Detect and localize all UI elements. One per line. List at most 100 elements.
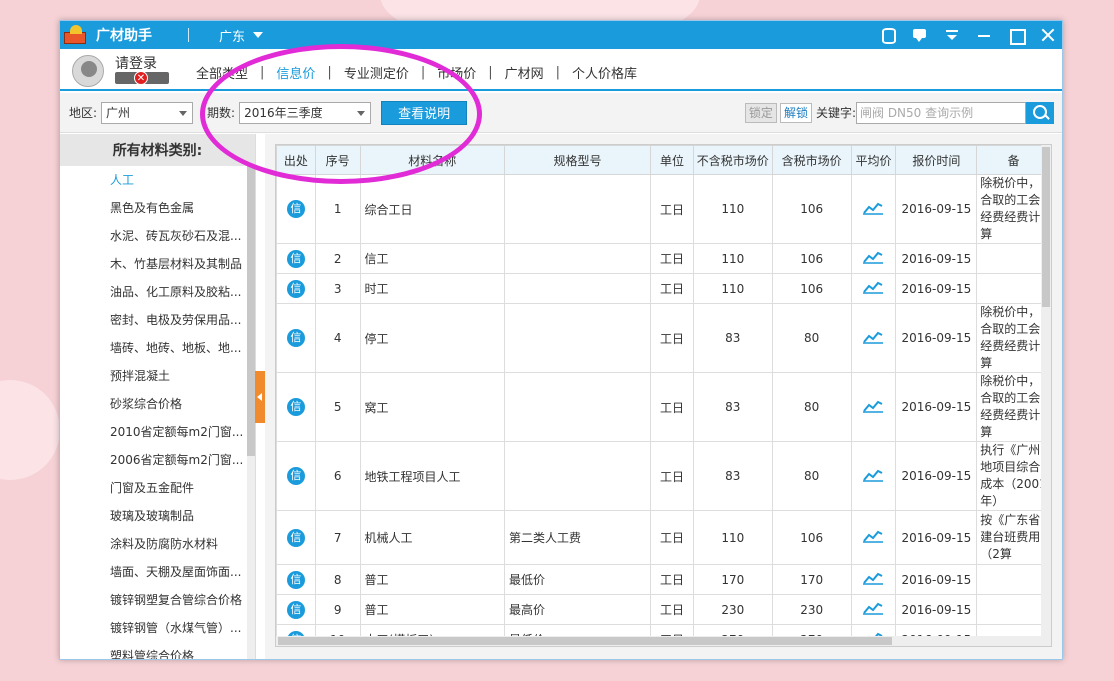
table-row[interactable]: 信 4 停工 工日 83 80 2016-09-15 除税价中，合取的工会经费经费计算 [276, 303, 1051, 373]
info-source-icon[interactable]: 信 [286, 528, 305, 547]
cell-price-in-tax: 170 [771, 564, 852, 595]
tab-market-price[interactable]: 市场价 [431, 63, 482, 82]
category-item[interactable]: 水泥、砖瓦灰砂石及混... [60, 222, 255, 250]
table-vertical-scrollbar[interactable] [1041, 145, 1051, 646]
tab-info-price[interactable]: 信息价 [270, 63, 321, 82]
cell-unit: 工日 [650, 303, 694, 373]
title-divider [188, 28, 189, 42]
region-select[interactable]: 广州 [101, 101, 194, 124]
info-source-icon[interactable]: 信 [286, 279, 305, 298]
horizontal-scrollbar-thumb[interactable] [278, 637, 892, 645]
column-header[interactable]: 平均价 [850, 145, 897, 175]
cell-price-ex-tax: 110 [692, 273, 773, 304]
maximize-icon[interactable] [1008, 27, 1026, 45]
info-source-icon[interactable]: 信 [286, 398, 305, 416]
cell-index: 4 [314, 303, 361, 373]
table-header-row: 出处 序号 材料名称 规格型号 单位 不含税市场价 含税市场价 平均价 报价时间… [276, 145, 1051, 175]
tab-personal-price-library[interactable]: 个人价格库 [566, 63, 643, 82]
column-header[interactable]: 含税市场价 [771, 145, 852, 175]
trend-chart-icon[interactable] [863, 468, 884, 482]
trend-chart-icon[interactable] [863, 330, 884, 344]
category-item[interactable]: 墙面、天棚及屋面饰面... [60, 558, 255, 586]
column-header[interactable]: 材料名称 [359, 145, 505, 175]
column-header[interactable]: 不含税市场价 [692, 145, 773, 175]
keyword-search-input[interactable]: 闸阀 DN50 查询示例 [856, 101, 1026, 124]
message-icon[interactable] [912, 27, 928, 43]
table-row[interactable]: 信 5 窝工 工日 83 80 2016-09-15 除税价中，合取的工会经费经费计算 [276, 372, 1051, 442]
trend-chart-icon[interactable] [863, 601, 884, 615]
main-tabs: 全部类型 | 信息价 | 专业测定价 | 市场价 | 广材网 | 个人价格库 [190, 63, 643, 82]
category-item[interactable]: 砂浆综合价格 [60, 390, 255, 418]
category-item[interactable]: 木、竹基层材料及其制品 [60, 250, 255, 278]
filter-bar: 地区: 广州 期数: 2016年三季度 查看说明 锁定 解锁 关键字: 闸阀 D… [60, 93, 1062, 133]
info-source-icon[interactable]: 信 [286, 570, 305, 589]
vertical-scrollbar-thumb[interactable] [1042, 147, 1050, 307]
category-item[interactable]: 塑料管综合价格 [60, 642, 255, 659]
column-header[interactable]: 规格型号 [503, 145, 652, 175]
search-icon[interactable] [1026, 101, 1054, 124]
trend-chart-icon[interactable] [863, 201, 884, 215]
category-item[interactable]: 预拌混凝土 [60, 362, 255, 390]
category-item[interactable]: 2006省定额每m2门窗... [60, 446, 255, 474]
cell-price-ex-tax: 170 [692, 564, 773, 595]
trend-chart-icon[interactable] [863, 399, 884, 413]
table-row[interactable]: 信 7 机械人工 第二类人工费 工日 110 106 2016-09-15 按《广东省建台班费用… [276, 510, 1051, 565]
table-row[interactable]: 信 2 信工 工日 110 106 2016-09-15 [276, 243, 1051, 274]
cell-icon [850, 594, 897, 625]
column-header[interactable]: 单位 [650, 145, 694, 175]
cell-material-name: 普工 [359, 564, 505, 595]
info-source-icon[interactable]: 信 [286, 467, 305, 485]
cell-spec [503, 273, 652, 304]
title-bar: 广材助手 广东 [60, 21, 1062, 49]
table-row[interactable]: 信 8 普工 最低价 工日 170 170 2016-09-15 [276, 564, 1051, 595]
category-item[interactable]: 黑色及有色金属 [60, 194, 255, 222]
category-item[interactable]: 墙砖、地砖、地板、地... [60, 334, 255, 362]
region-dropdown[interactable]: 广东 [219, 26, 264, 45]
sidebar-scrollbar[interactable] [247, 166, 255, 659]
category-item[interactable]: 油品、化工原料及胶粘... [60, 278, 255, 306]
table-row[interactable]: 信 6 地铁工程项目人工 工日 83 80 2016-09-15 执行《广州地项目综合成本（2… [276, 441, 1051, 511]
tab-all-types[interactable]: 全部类型 [190, 63, 254, 82]
unlock-button[interactable]: 解锁 [779, 102, 812, 123]
table-row[interactable]: 信 3 时工 工日 110 106 2016-09-15 [276, 273, 1051, 304]
column-header[interactable]: 报价时间 [895, 145, 978, 175]
avatar[interactable] [72, 55, 104, 87]
column-header[interactable]: 序号 [314, 145, 361, 175]
sidebar-scrollbar-thumb[interactable] [247, 166, 255, 456]
column-header[interactable]: 出处 [276, 145, 316, 175]
info-source-icon[interactable]: 信 [286, 600, 305, 619]
login-link[interactable]: 请登录 [115, 53, 157, 73]
column-header[interactable]: 备 [976, 145, 1051, 175]
tab-guangcai-web[interactable]: 广材网 [499, 63, 550, 82]
app-title: 广材助手 [96, 28, 152, 44]
cell-icon [850, 564, 897, 595]
table-row[interactable]: 信 1 综合工日 工日 110 106 2016-09-15 除税价中，合取的工会经费经费计算 [276, 174, 1051, 244]
trend-chart-icon[interactable] [863, 529, 884, 543]
cell-icon: 信 [276, 372, 316, 442]
collapse-sidebar-handle[interactable] [255, 371, 265, 423]
table-row[interactable]: 信 9 普工 最高价 工日 230 230 2016-09-15 [276, 594, 1051, 625]
database-icon[interactable] [880, 27, 896, 44]
trend-chart-icon[interactable] [863, 280, 884, 294]
table-horizontal-scrollbar[interactable] [276, 636, 1043, 646]
category-item[interactable]: 镀锌钢管（水煤气管）... [60, 614, 255, 642]
trend-chart-icon[interactable] [863, 571, 884, 585]
trend-chart-icon[interactable] [863, 250, 884, 264]
info-source-icon[interactable]: 信 [286, 200, 305, 218]
info-source-icon[interactable]: 信 [286, 249, 305, 268]
tab-professional-price[interactable]: 专业测定价 [338, 63, 415, 82]
info-source-icon[interactable]: 信 [286, 329, 305, 347]
category-item[interactable]: 镀锌钢塑复合管综合价格 [60, 586, 255, 614]
view-instructions-button[interactable]: 查看说明 [381, 100, 468, 125]
category-item[interactable]: 2010省定额每m2门窗... [60, 418, 255, 446]
category-item[interactable]: 人工 [60, 166, 255, 194]
category-item[interactable]: 涂料及防腐防水材料 [60, 530, 255, 558]
period-select[interactable]: 2016年三季度 [239, 101, 372, 124]
lock-button[interactable]: 锁定 [744, 102, 777, 123]
minimize-icon[interactable] [976, 27, 992, 43]
category-item[interactable]: 密封、电极及劳保用品... [60, 306, 255, 334]
menu-icon[interactable] [944, 27, 960, 43]
category-item[interactable]: 门窗及五金配件 [60, 474, 255, 502]
category-item[interactable]: 玻璃及玻璃制品 [60, 502, 255, 530]
close-icon[interactable] [1040, 27, 1056, 43]
